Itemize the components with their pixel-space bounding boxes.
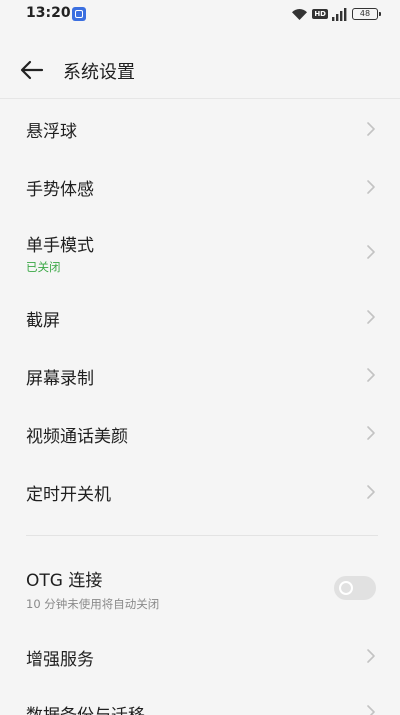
settings-item-video-call-beauty[interactable]: 视频通话美颜	[0, 404, 400, 462]
system-settings-screen: 13:20 HD 48 系统设置 悬浮球 手势体感 单手模式 已关闭 截屏 屏幕…	[0, 0, 400, 715]
signal-icon	[332, 7, 347, 21]
settings-item-screenshot[interactable]: 截屏	[0, 288, 400, 346]
page-header: 系统设置	[0, 48, 400, 92]
settings-item-data-backup[interactable]: 数据备份与迁移	[0, 684, 400, 715]
chevron-right-icon	[367, 426, 375, 440]
settings-item-label: 数据备份与迁移	[26, 701, 145, 715]
toggle-knob	[339, 581, 353, 595]
chevron-right-icon	[367, 368, 375, 382]
settings-item-label: 悬浮球	[26, 122, 77, 142]
settings-item-floating-ball[interactable]: 悬浮球	[0, 100, 400, 158]
settings-item-label: 屏幕录制	[26, 369, 94, 389]
chevron-right-icon	[367, 705, 375, 715]
status-bar: 13:20 HD 48	[0, 0, 400, 28]
chevron-right-icon	[367, 245, 375, 259]
arrow-left-icon	[20, 60, 44, 80]
status-time: 13:20	[26, 5, 71, 21]
settings-item-gestures[interactable]: 手势体感	[0, 158, 400, 216]
chevron-right-icon	[367, 122, 375, 136]
settings-item-label: 截屏	[26, 311, 60, 331]
settings-item-label: 视频通话美颜	[26, 427, 128, 447]
app-notification-icon	[72, 7, 86, 21]
otg-toggle[interactable]	[334, 576, 376, 600]
back-button[interactable]	[18, 56, 48, 84]
hd-badge: HD	[312, 9, 328, 19]
chevron-right-icon	[367, 180, 375, 194]
header-divider	[0, 98, 400, 99]
section-divider	[26, 535, 378, 536]
settings-item-label: 手势体感	[26, 180, 94, 200]
chevron-right-icon	[367, 485, 375, 499]
otg-subtitle: 10 分钟未使用将自动关闭	[26, 597, 160, 611]
otg-label: OTG 连接	[26, 571, 103, 591]
settings-item-label: 定时开关机	[26, 485, 111, 505]
settings-item-screen-recording[interactable]: 屏幕录制	[0, 346, 400, 404]
settings-item-otg: OTG 连接 10 分钟未使用将自动关闭	[0, 552, 400, 626]
wifi-icon	[292, 8, 308, 20]
settings-item-label: 单手模式	[26, 236, 94, 256]
settings-item-label: 增强服务	[26, 650, 94, 670]
status-indicators: HD 48	[291, 6, 381, 22]
chevron-right-icon	[367, 649, 375, 663]
battery-icon: 48	[352, 8, 381, 20]
one-hand-mode-status: 已关闭	[26, 260, 61, 274]
settings-item-scheduled-power[interactable]: 定时开关机	[0, 462, 400, 522]
settings-item-one-hand-mode[interactable]: 单手模式 已关闭	[0, 216, 400, 288]
settings-item-enhanced-services[interactable]: 增强服务	[0, 626, 400, 684]
chevron-right-icon	[367, 310, 375, 324]
page-title: 系统设置	[63, 62, 135, 83]
